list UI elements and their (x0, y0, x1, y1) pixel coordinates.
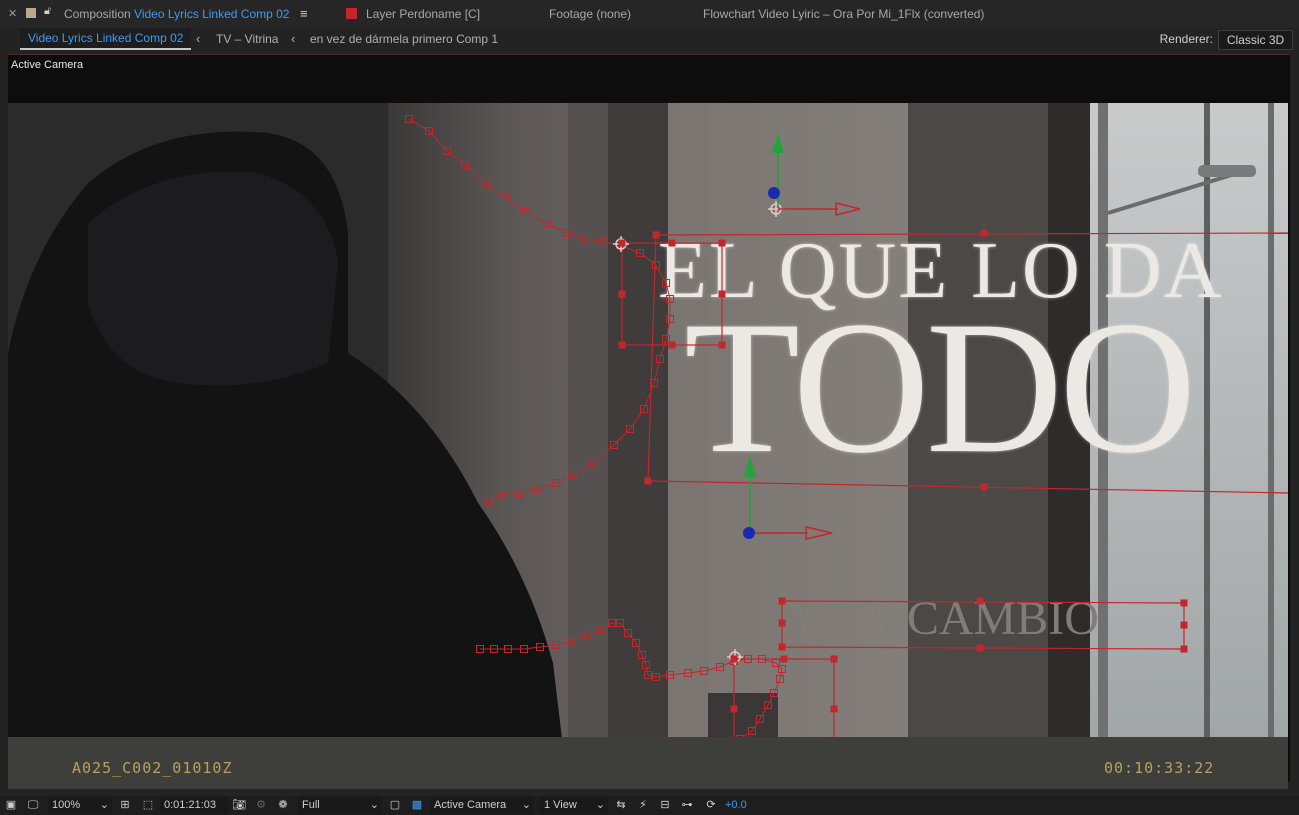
chevron-left-icon: ‹ (291, 31, 296, 46)
composition-viewer[interactable]: Active Camera EL QUE LO DA TODO Y EN CAM… (8, 54, 1290, 789)
composition-navigator: Video Lyrics Linked Comp 02 ‹ TV – Vitri… (0, 28, 1299, 50)
transform-handle[interactable] (618, 290, 626, 298)
transform-handle[interactable] (1180, 645, 1188, 653)
timeline-icon[interactable]: ⊟ (658, 797, 672, 813)
transform-handle[interactable] (618, 239, 626, 247)
magnification-dropdown[interactable]: 100% ⌄ (48, 797, 112, 814)
grid-guides-icon[interactable]: ⊞ (118, 797, 132, 813)
transform-handle[interactable] (980, 483, 988, 491)
view-layout-dropdown[interactable]: 1 View ⌄ (540, 797, 608, 814)
lock-icon[interactable]: 🔓︎ (44, 5, 51, 18)
mask-visibility-icon[interactable]: ⬚ (141, 797, 155, 813)
current-time-value: 0:01:21:03 (164, 799, 216, 811)
panel-menu-icon[interactable]: ≡ (300, 0, 308, 28)
tab-layer[interactable]: Layer Perdoname [C] (366, 0, 480, 28)
view-layout-value: 1 View (544, 799, 577, 811)
transform-handle[interactable] (980, 229, 988, 237)
exposure-value[interactable]: +0.0 (725, 796, 747, 815)
transform-handle[interactable] (730, 705, 738, 713)
layer-bounding-box[interactable] (621, 242, 723, 346)
transform-handle[interactable] (618, 341, 626, 349)
transform-handle[interactable] (668, 239, 676, 247)
transform-handle[interactable] (830, 705, 838, 713)
toggle-pixel-aspect-icon[interactable]: ⇆ (614, 797, 628, 813)
transform-handle[interactable] (718, 239, 726, 247)
transform-handle[interactable] (1180, 599, 1188, 607)
3d-axis-gizmo-icon[interactable] (743, 455, 833, 540)
3d-axis-gizmo-icon[interactable] (768, 133, 861, 216)
resolution-dropdown[interactable]: Full ⌄ (298, 797, 382, 814)
keyframe-markers[interactable] (405, 115, 786, 751)
always-preview-icon[interactable]: ▣ (4, 797, 18, 813)
transform-handles[interactable] (618, 229, 1188, 763)
chevron-down-icon: ⌄ (99, 799, 109, 811)
3d-view-value: Active Camera (434, 799, 507, 811)
transform-handle[interactable] (830, 655, 838, 663)
current-time-field[interactable]: 0:01:21:03 (160, 797, 228, 814)
chevron-down-icon: ⌄ (369, 799, 379, 811)
layer-label-color-swatch (346, 8, 357, 19)
resolution-value: Full (302, 799, 320, 811)
renderer-button[interactable]: Classic 3D (1218, 30, 1293, 50)
composition-frame[interactable]: EL QUE LO DA TODO Y EN CAMBIO A025_C002_… (8, 103, 1288, 789)
renderer-label: Renderer: (1159, 32, 1213, 46)
tab-composition[interactable]: Composition Video Lyrics Linked Comp 02 (64, 0, 289, 28)
viewer-toolbar: ▣ 🖵︎ 100% ⌄ ⊞ ⬚ 0:01:21:03 📷︎ ⚙ ❁ Full ⌄… (0, 796, 1299, 815)
motion-path[interactable] (480, 622, 783, 748)
chevron-down-icon: ⌄ (595, 799, 605, 811)
transform-handle[interactable] (652, 231, 660, 239)
composition-label-color-swatch (26, 8, 36, 18)
transform-handle[interactable] (644, 477, 652, 485)
breadcrumb-item-comp1[interactable]: en vez de dármela primero Comp 1 (310, 28, 498, 50)
tab-composition-name: Video Lyrics Linked Comp 02 (134, 7, 290, 21)
layer-handles-overlay[interactable] (8, 103, 1288, 789)
panel-tab-bar: ✕ 🔓︎ Composition Video Lyrics Linked Com… (0, 0, 1299, 28)
magnification-value: 100% (52, 799, 81, 811)
transform-handle[interactable] (976, 644, 984, 652)
transform-handle[interactable] (976, 597, 984, 605)
breadcrumb-item-vitrina[interactable]: TV – Vitrina (216, 28, 278, 50)
transform-handle[interactable] (778, 643, 786, 651)
clip-name-burnin: A025_C002_01010Z (72, 759, 233, 777)
chevron-down-icon: ⌄ (521, 799, 531, 811)
keyframe-marker[interactable] (405, 115, 413, 123)
transform-handle[interactable] (778, 597, 786, 605)
transform-handle[interactable] (780, 655, 788, 663)
3d-view-dropdown[interactable]: Active Camera ⌄ (430, 797, 534, 814)
monitor-icon[interactable]: 🖵︎ (26, 797, 40, 813)
anchor-point-icon[interactable] (613, 201, 784, 665)
transform-handle[interactable] (778, 619, 786, 627)
transform-handle[interactable] (1180, 621, 1188, 629)
motion-path[interactable] (408, 118, 671, 502)
chevron-left-icon: ‹ (196, 31, 201, 46)
close-panel-icon[interactable]: ✕ (8, 0, 17, 28)
layer-bounding-box[interactable] (781, 600, 1185, 650)
tab-composition-prefix: Composition (64, 7, 131, 21)
snapshot-camera-icon[interactable]: 📷︎ (232, 797, 246, 813)
tab-footage[interactable]: Footage (none) (549, 0, 631, 28)
reset-exposure-icon[interactable]: ⟳ (704, 797, 718, 813)
source-timecode-burnin: 00:10:33:22 (1104, 759, 1215, 777)
breadcrumb-item-current[interactable]: Video Lyrics Linked Comp 02 (20, 28, 192, 50)
transform-handle[interactable] (668, 341, 676, 349)
transform-handle[interactable] (718, 341, 726, 349)
flowchart-icon[interactable]: ⊶ (680, 797, 694, 813)
tab-flowchart[interactable]: Flowchart Video Lyiric – Ora Por Mi_1Flx… (703, 0, 984, 28)
region-of-interest-icon[interactable]: ▢ (388, 797, 402, 813)
viewer-view-label: Active Camera (11, 59, 84, 71)
color-channels-icon[interactable]: ❁ (276, 797, 290, 813)
fast-previews-icon[interactable]: ⚡︎ (636, 797, 650, 813)
layer-bounding-box[interactable] (647, 232, 1288, 494)
transform-handle[interactable] (718, 290, 726, 298)
show-snapshot-icon[interactable]: ⚙ (254, 797, 268, 813)
transform-handle[interactable] (730, 655, 738, 663)
transparency-grid-icon[interactable]: ▩ (410, 797, 424, 813)
